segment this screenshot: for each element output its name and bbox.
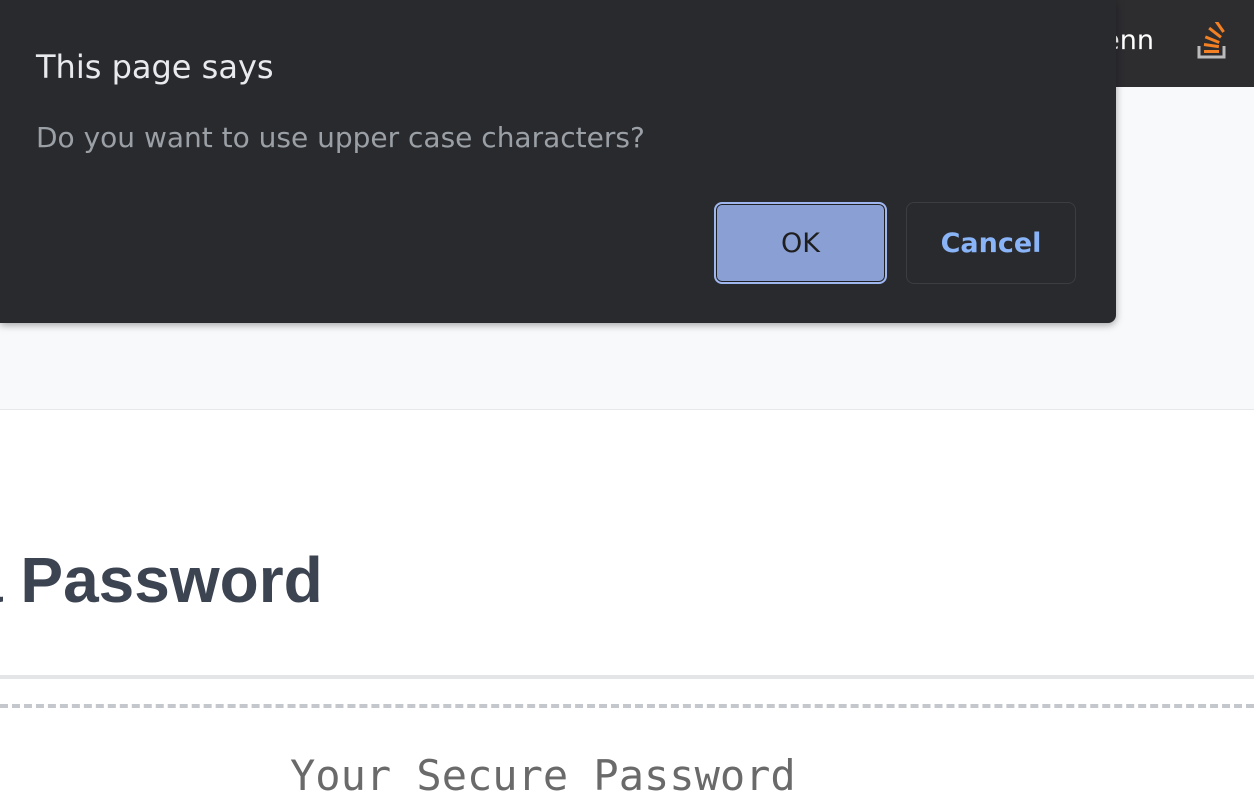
page-title: a Password [0,544,323,616]
ok-button[interactable]: OK [714,202,887,284]
stack-overflow-icon[interactable] [1196,19,1230,60]
confirm-dialog: This page says Do you want to use upper … [0,0,1116,323]
cancel-button[interactable]: Cancel [906,202,1076,284]
dialog-title: This page says [36,48,274,86]
password-output[interactable]: Your Secure Password [290,750,796,802]
title-divider [0,675,1254,679]
password-box-border [0,704,1254,708]
dialog-message: Do you want to use upper case characters… [36,121,645,154]
